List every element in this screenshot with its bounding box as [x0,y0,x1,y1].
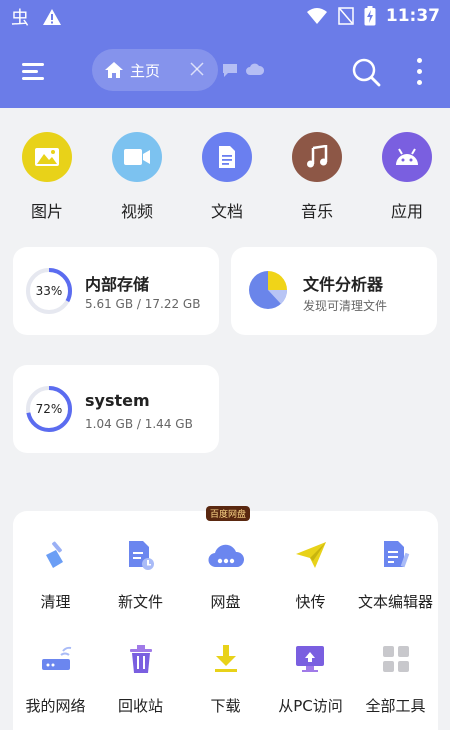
tool-pc-access[interactable]: 从PC访问 [268,641,353,716]
router-icon [38,641,74,677]
grid-icon [378,641,414,677]
category-label: 文档 [210,202,243,221]
analyzer-title: 文件分析器 [303,275,384,294]
more-options-button[interactable] [408,54,432,90]
tool-quick-transfer[interactable]: 快传 [268,537,353,612]
baidu-badge: 百度网盘 [206,506,251,521]
cloud-drive-icon [208,537,244,573]
tab-home[interactable]: 主页 [92,49,218,91]
storage-usage: 5.61 GB / 17.22 GB [85,297,201,311]
menu-icon [22,63,44,66]
analyzer-subtitle: 发现可清理文件 [303,299,388,313]
broom-icon [38,537,74,573]
download-icon [208,641,244,677]
category-music[interactable]: 音乐 [274,118,360,228]
tool-label: 我的网络 [25,697,86,715]
tools-panel: 百度网盘 清理 新文件 网盘 快传 文本编辑器 我的网络 回收站 下载 从PC访… [13,506,438,730]
tool-label: 回收站 [117,697,163,715]
tool-text-editor[interactable]: 文本编辑器 [353,537,438,612]
chat-icon[interactable] [222,62,238,78]
category-label: 图片 [30,202,63,221]
tool-download[interactable]: 下载 [183,641,268,716]
tool-label: 下载 [210,697,241,715]
close-tab-icon[interactable] [188,60,206,78]
storage-usage: 1.04 GB / 1.44 GB [85,417,193,431]
system-storage-card[interactable]: 72% system 1.04 GB / 1.44 GB [13,365,219,453]
tool-all-tools[interactable]: 全部工具 [353,641,438,716]
paper-plane-icon [293,537,329,573]
tool-label: 网盘 [210,593,241,611]
menu-button[interactable] [20,56,50,86]
storage-percent: 72% [35,402,63,416]
category-apps[interactable]: 应用 [364,118,450,228]
pie-chart-icon [249,271,288,309]
wifi-icon [306,8,327,24]
tool-label: 全部工具 [365,697,426,715]
new-file-icon [123,537,159,573]
category-images[interactable]: 图片 [4,118,90,228]
tool-new-file[interactable]: 新文件 [98,537,183,612]
internal-storage-card[interactable]: 33% 内部存储 5.61 GB / 17.22 GB [13,247,219,335]
document-icon [202,132,252,182]
battery-charging-icon [364,6,376,26]
music-icon [292,132,342,182]
svg-text:虫: 虫 [11,8,29,28]
warning-icon [43,9,61,25]
file-analyzer-card[interactable]: 文件分析器 发现可清理文件 [231,247,437,335]
tool-label: 从PC访问 [278,697,343,715]
tab-label: 主页 [130,61,161,80]
tool-recycle-bin[interactable]: 回收站 [98,641,183,716]
pc-access-icon [293,641,329,677]
category-label: 音乐 [300,202,333,221]
app-header: 虫 11:37 主页 [0,0,450,108]
cloud-icon[interactable] [246,62,264,78]
status-time: 11:37 [385,6,440,26]
tool-cloud-drive[interactable]: 网盘 [183,537,268,612]
tool-label: 快传 [295,593,326,611]
no-signal-icon [338,7,354,25]
tool-my-network[interactable]: 我的网络 [13,641,98,716]
tool-clean[interactable]: 清理 [13,537,98,612]
tool-label: 新文件 [117,593,163,611]
category-label: 视频 [120,202,153,221]
tool-label: 清理 [40,593,71,611]
tool-label: 文本编辑器 [357,593,433,611]
home-icon [105,62,123,78]
video-icon [112,132,162,182]
status-bar: 虫 11:37 [0,0,450,34]
app-notification-icon: 虫 [11,8,29,28]
image-icon [22,132,72,182]
storage-title: system [85,391,150,410]
search-button[interactable] [350,56,382,88]
category-videos[interactable]: 视频 [94,118,180,228]
category-documents[interactable]: 文档 [184,118,270,228]
storage-title: 内部存储 [85,275,150,294]
android-icon [382,132,432,182]
category-row: 图片 视频 文档 音乐 应用 [0,118,450,228]
trash-icon [123,641,159,677]
storage-percent: 33% [35,284,63,298]
category-label: 应用 [390,202,423,221]
text-editor-icon [378,537,414,573]
